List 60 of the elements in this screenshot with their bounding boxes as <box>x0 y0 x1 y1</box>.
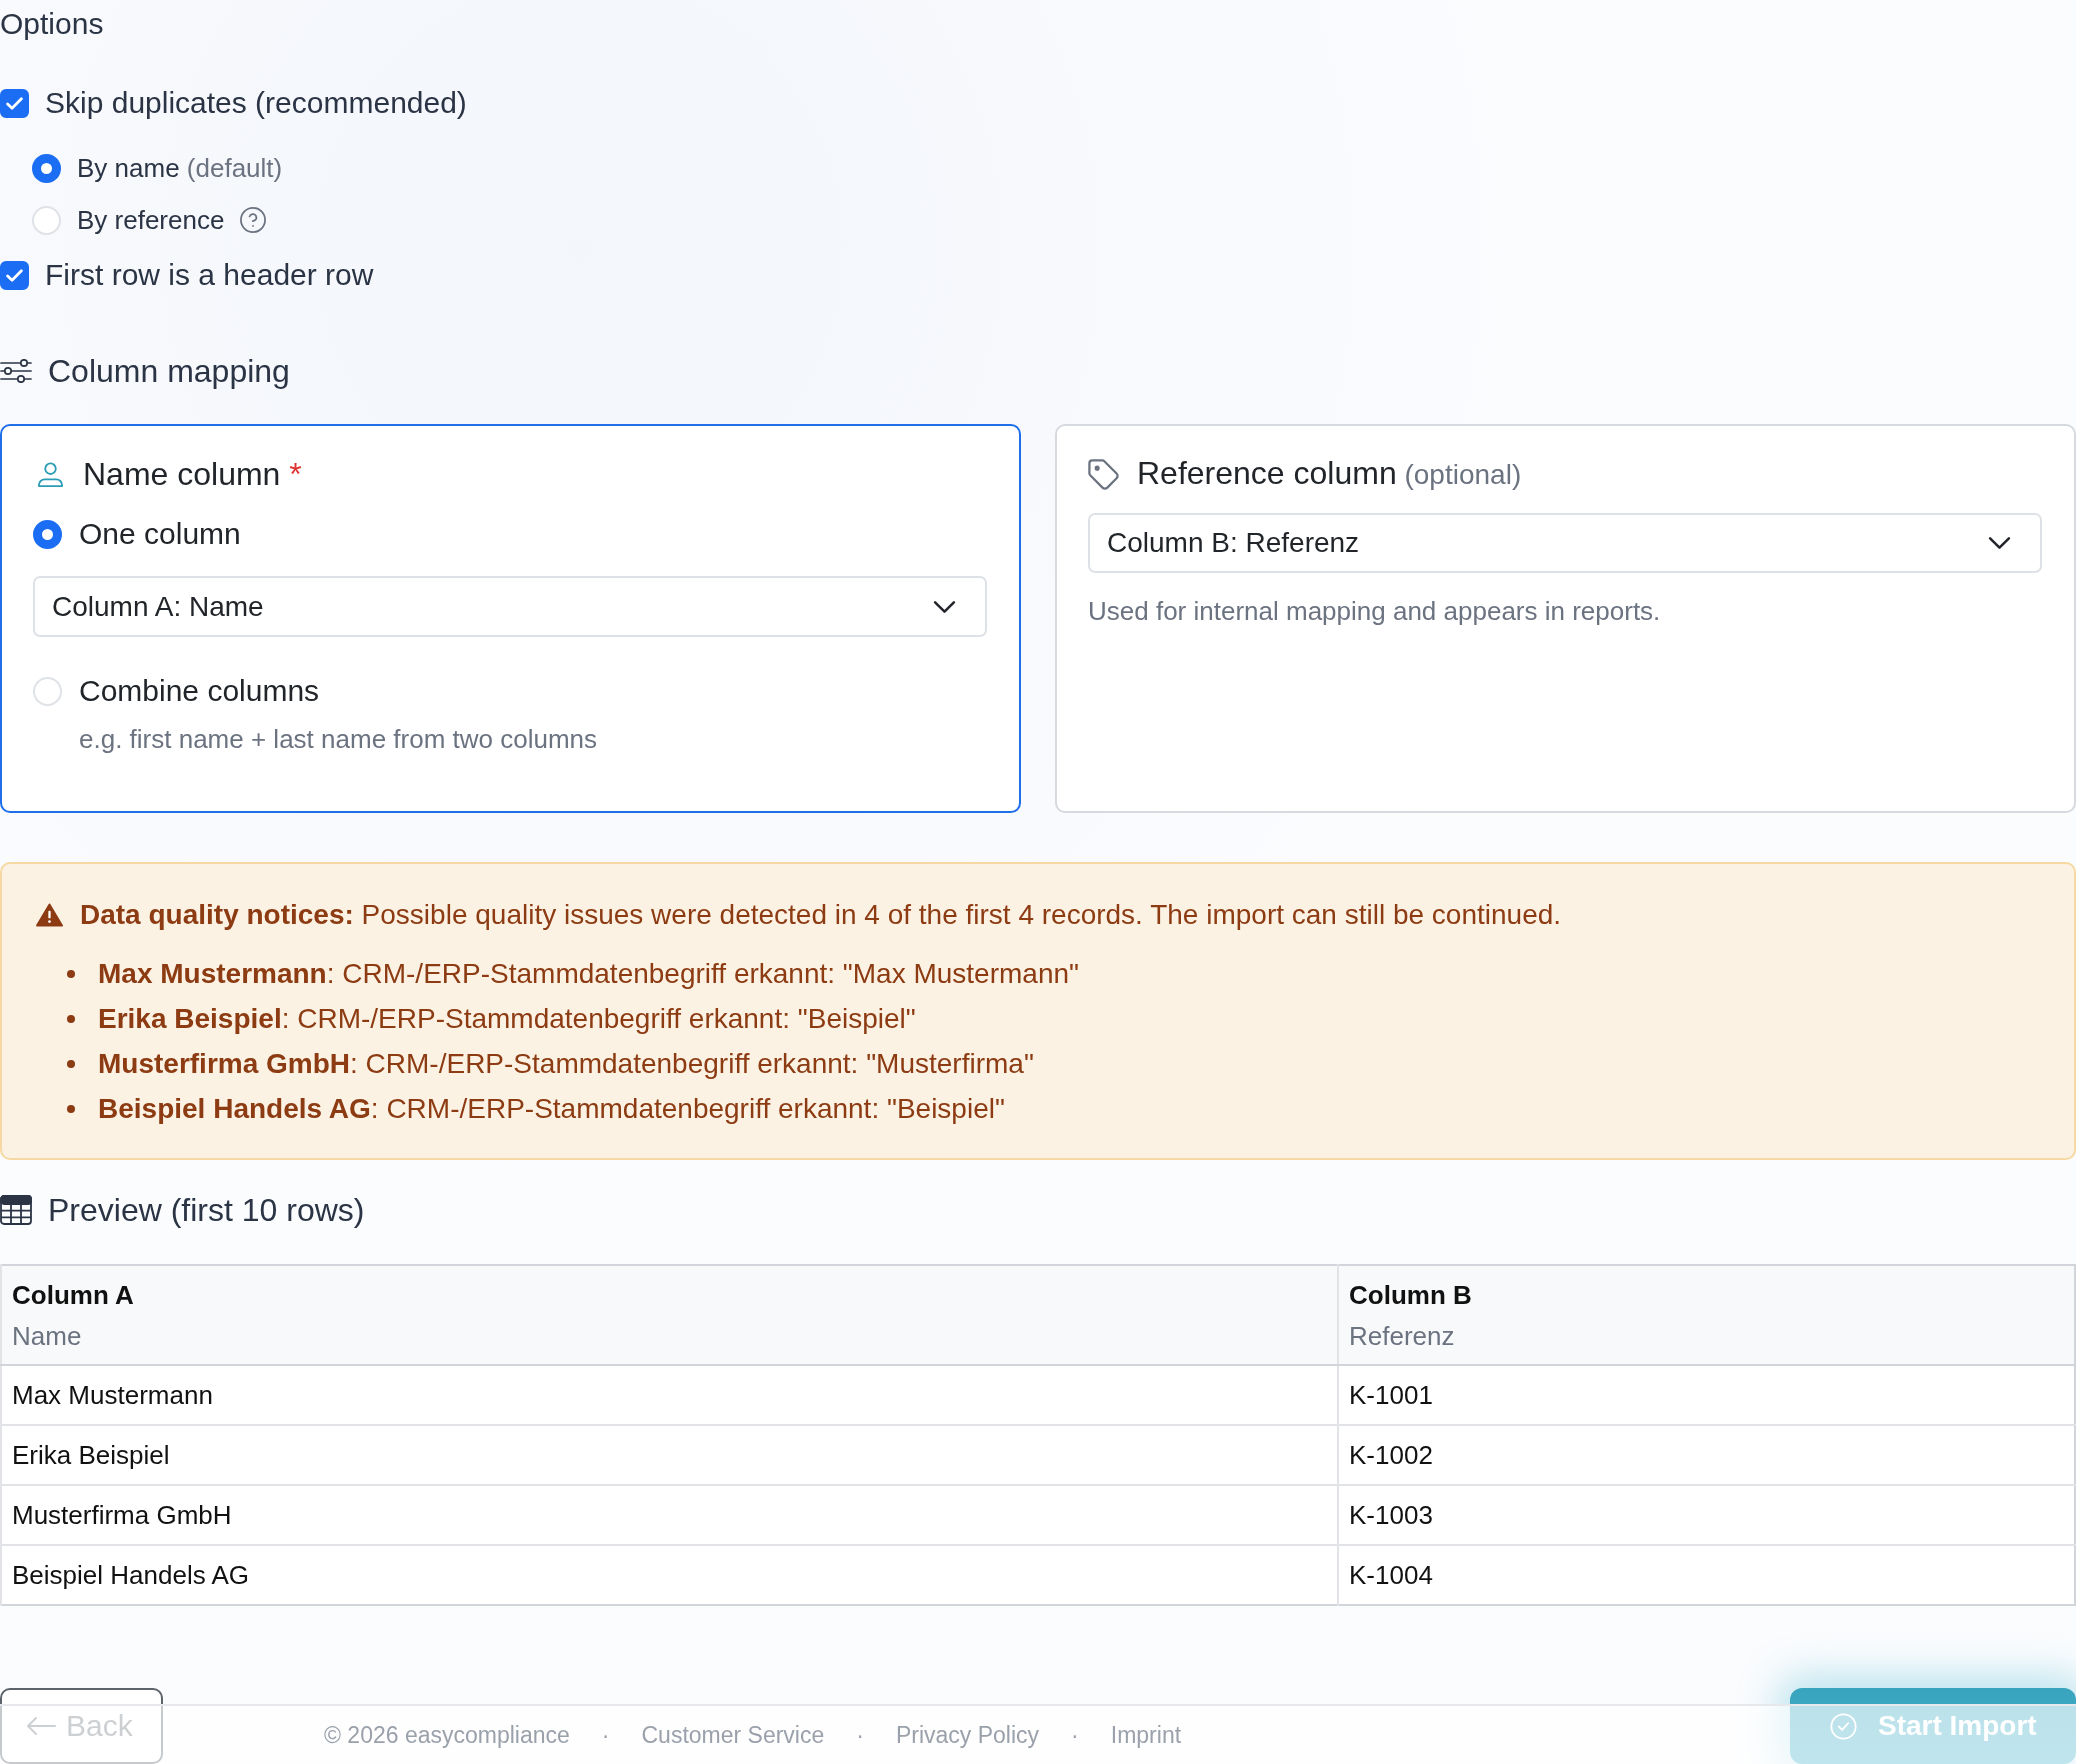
option-label: One column <box>79 516 241 552</box>
option-label: By reference <box>77 204 225 237</box>
help-icon[interactable] <box>240 207 267 233</box>
column-subtitle: Name <box>12 1320 83 1353</box>
radio-button[interactable] <box>32 153 61 183</box>
option-label: By name (default) <box>77 152 283 185</box>
hint-text: Used for internal mapping and appears in reports. <box>1088 595 1662 628</box>
bullet-icon <box>67 1059 75 1068</box>
footer-link[interactable]: Privacy Policy <box>895 1721 1040 1749</box>
circle-check-icon <box>1830 1712 1857 1740</box>
checkmark-icon <box>6 268 23 282</box>
start-import-button[interactable]: Start Import <box>1790 1688 2076 1764</box>
link-separator: · <box>601 1721 610 1749</box>
bullet-icon <box>67 969 75 978</box>
arrow-left-icon <box>26 1716 56 1736</box>
link-separator: · <box>856 1721 864 1749</box>
notice-text: Data quality notices: Possible quality issues were detected in 4 of the first 4 records. The import can still be continued. <box>80 898 1562 932</box>
checkbox-label: Skip duplicates (recommended) <box>45 85 467 121</box>
sliders-icon <box>0 359 32 383</box>
checkmark-icon <box>6 96 23 110</box>
radio-button[interactable] <box>33 519 62 549</box>
notice-item-text: Erika Beispiel: CRM-/ERP-Stammdatenbegriff erkannt: "Beispiel" <box>98 1001 916 1036</box>
bullet-icon <box>67 1014 75 1023</box>
footer-link[interactable]: Imprint <box>1110 1721 1182 1749</box>
column-title: Column A <box>12 1279 135 1312</box>
table-cell: Max Mustermann <box>1 1365 1338 1425</box>
checkbox[interactable] <box>0 88 29 118</box>
checkbox[interactable] <box>0 260 29 290</box>
chevron-down-icon <box>933 599 956 614</box>
table-cell: Erika Beispiel <box>1 1425 1338 1485</box>
card-title: Reference column (optional) <box>1137 454 1522 493</box>
column-subtitle: Referenz <box>1349 1320 1456 1353</box>
table-cell: K-1003 <box>1338 1485 2075 1545</box>
card-title: Name column * <box>83 455 302 494</box>
link-separator: · <box>1071 1721 1079 1749</box>
notice-item-text: Beispiel Handels AG: CRM-/ERP-Stammdatenbegriff erkannt: "Beispiel" <box>98 1091 1005 1126</box>
checkbox-label: First row is a header row <box>45 257 374 293</box>
option-label: Combine columns <box>79 673 320 709</box>
notice-item-text: Musterfirma GmbH: CRM-/ERP-Stammdatenbegriff erkannt: "Musterfirma" <box>98 1046 1034 1081</box>
table-icon <box>0 1195 32 1225</box>
tag-icon <box>1088 458 1119 490</box>
table-cell: K-1002 <box>1338 1425 2075 1485</box>
table-cell: K-1004 <box>1338 1545 2075 1605</box>
bullet-icon <box>67 1104 75 1113</box>
column-select[interactable]: Column A: Name <box>33 576 987 637</box>
table-cell: Musterfirma GmbH <box>1 1485 1338 1545</box>
user-icon <box>37 461 64 487</box>
chevron-down-icon <box>1988 536 2011 550</box>
hint-text: e.g. first name + last name from two columns <box>78 723 599 756</box>
section-heading: Column mapping <box>48 352 290 391</box>
footer-link[interactable]: Customer Service <box>641 1721 825 1749</box>
notice-item-text: Max Mustermann: CRM-/ERP-Stammdatenbegriff erkannt: "Max Mustermann" <box>98 956 1079 991</box>
table-cell: K-1001 <box>1338 1365 2075 1425</box>
table-cell: Beispiel Handels AG <box>1 1545 1338 1605</box>
warning-icon <box>36 903 63 927</box>
options-title: Options <box>0 6 105 42</box>
copyright-text: © 2026 easycompliance <box>324 1721 570 1749</box>
column-select[interactable]: Column B: Referenz <box>1088 513 2042 573</box>
section-heading: Preview (first 10 rows) <box>48 1191 365 1230</box>
column-title: Column B <box>1349 1279 1473 1312</box>
